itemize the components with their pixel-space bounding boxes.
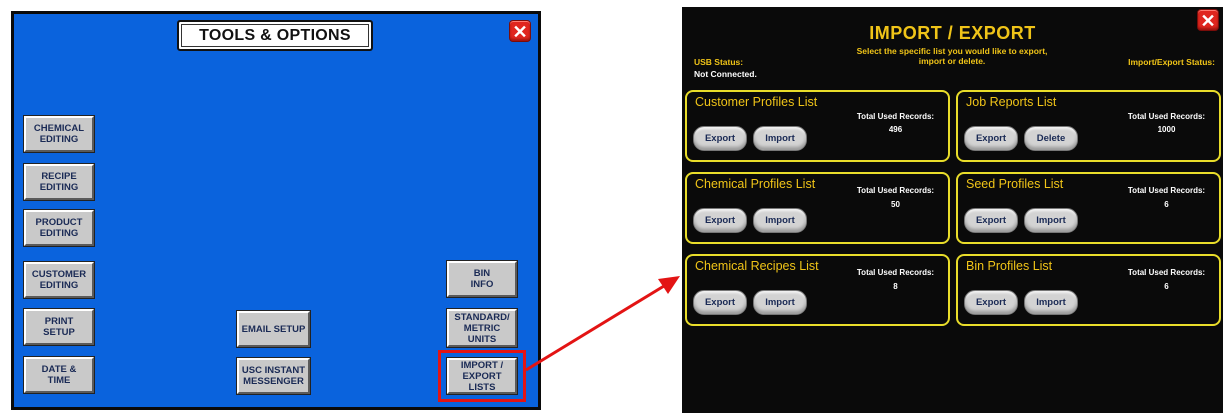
date-time-button[interactable]: DATE & TIME — [24, 357, 94, 393]
email-setup-button[interactable]: EMAIL SETUP — [237, 311, 310, 347]
import-button[interactable]: Import — [1024, 208, 1078, 233]
import-button[interactable]: Import — [1024, 290, 1078, 315]
total-used-records-label: Total Used Records: — [856, 186, 935, 195]
chemical-editing-button[interactable]: CHEMICAL EDITING — [24, 116, 94, 152]
customer-profiles-section: Customer Profiles List Total Used Record… — [685, 90, 950, 162]
close-icon[interactable]: ✕ — [509, 20, 531, 42]
import-button[interactable]: Import — [753, 290, 807, 315]
total-used-records-value: 1000 — [1157, 125, 1176, 134]
usb-status-label: USB Status: — [694, 57, 744, 67]
total-used-records-label: Total Used Records: — [1127, 268, 1206, 277]
total-used-records-label: Total Used Records: — [856, 268, 935, 277]
export-button[interactable]: Export — [693, 290, 747, 315]
customer-editing-button[interactable]: CUSTOMER EDITING — [24, 262, 94, 298]
section-title: Chemical Profiles List — [695, 177, 816, 191]
import-export-subtitle: Select the specific list you would like … — [856, 46, 1048, 66]
close-icon[interactable]: ✕ — [1197, 9, 1219, 31]
export-button[interactable]: Export — [964, 290, 1018, 315]
import-export-panel: IMPORT / EXPORT Select the specific list… — [682, 7, 1223, 413]
total-used-records-value: 8 — [893, 282, 898, 291]
export-button[interactable]: Export — [693, 208, 747, 233]
chemical-profiles-section: Chemical Profiles List Total Used Record… — [685, 172, 950, 244]
import-button[interactable]: Import — [753, 208, 807, 233]
seed-profiles-section: Seed Profiles List Total Used Records: 6… — [956, 172, 1221, 244]
export-button[interactable]: Export — [693, 126, 747, 151]
import-export-highlight-box — [438, 350, 526, 402]
total-used-records-value: 50 — [891, 200, 900, 209]
total-used-records-label: Total Used Records: — [856, 112, 935, 121]
import-export-status-label: Import/Export Status: — [1128, 57, 1215, 67]
tools-options-title: TOOLS & OPTIONS — [177, 20, 373, 51]
export-button[interactable]: Export — [964, 208, 1018, 233]
usc-instant-messenger-button[interactable]: USC INSTANT MESSENGER — [237, 358, 310, 394]
total-used-records-label: Total Used Records: — [1127, 112, 1206, 121]
export-button[interactable]: Export — [964, 126, 1018, 151]
usb-status-value: Not Connected. — [694, 69, 757, 79]
print-setup-button[interactable]: PRINT SETUP — [24, 309, 94, 345]
import-button[interactable]: Import — [753, 126, 807, 151]
job-reports-section: Job Reports List Total Used Records: 100… — [956, 90, 1221, 162]
bin-info-button[interactable]: BIN INFO — [447, 261, 517, 297]
tools-options-panel: TOOLS & OPTIONS ✕ CHEMICAL EDITING RECIP… — [11, 11, 541, 410]
total-used-records-value: 6 — [1164, 200, 1169, 209]
import-export-title: IMPORT / EXPORT — [869, 23, 1036, 43]
total-used-records-value: 496 — [888, 125, 903, 134]
recipe-editing-button[interactable]: RECIPE EDITING — [24, 164, 94, 200]
total-used-records-label: Total Used Records: — [1127, 186, 1206, 195]
total-used-records-value: 6 — [1164, 282, 1169, 291]
product-editing-button[interactable]: PRODUCT EDITING — [24, 210, 94, 246]
standard-metric-units-button[interactable]: STANDARD/ METRIC UNITS — [447, 309, 517, 347]
chemical-recipes-section: Chemical Recipes List Total Used Records… — [685, 254, 950, 326]
delete-button[interactable]: Delete — [1024, 126, 1078, 151]
section-title: Seed Profiles List — [966, 177, 1064, 191]
bin-profiles-section: Bin Profiles List Total Used Records: 6 … — [956, 254, 1221, 326]
section-title: Chemical Recipes List — [695, 259, 819, 273]
section-title: Customer Profiles List — [695, 95, 818, 109]
section-title: Bin Profiles List — [966, 259, 1053, 273]
section-title: Job Reports List — [966, 95, 1057, 109]
